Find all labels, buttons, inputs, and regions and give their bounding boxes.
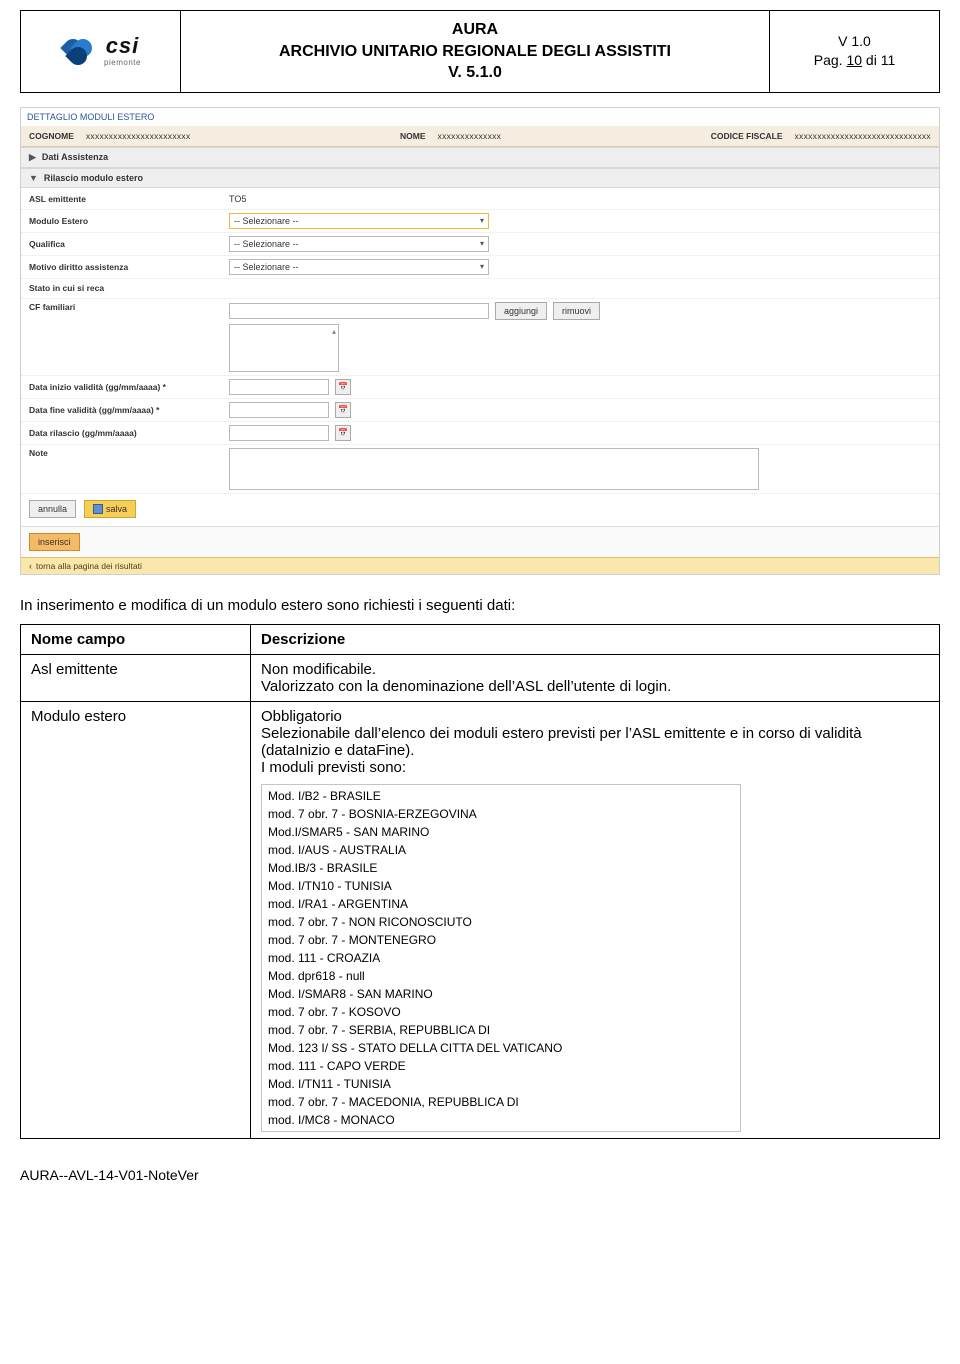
accordion-rilascio-modulo[interactable]: ▼ Rilascio modulo estero bbox=[21, 168, 939, 188]
chevron-down-icon: ▾ bbox=[480, 262, 484, 271]
triangle-down-icon: ▼ bbox=[29, 173, 38, 183]
app-section-title: DETTAGLIO MODULI ESTERO bbox=[21, 108, 939, 126]
module-option: Mod.IB/3 - BRASILE bbox=[268, 859, 734, 877]
modulo-estero-label: Modulo Estero bbox=[29, 216, 229, 226]
calendar-icon[interactable]: 📅 bbox=[335, 402, 351, 418]
app-screenshot: DETTAGLIO MODULI ESTERO COGNOME xxxxxxxx… bbox=[20, 107, 940, 575]
row-modulo-name: Modulo estero bbox=[21, 701, 251, 1138]
stato-label: Stato in cui si reca bbox=[29, 283, 229, 293]
module-option: mod. 111 - CAPO VERDE bbox=[268, 1057, 734, 1075]
back-label: torna alla pagina dei risultati bbox=[36, 561, 142, 571]
accordion-dati-assistenza[interactable]: ▶ Dati Assistenza bbox=[21, 147, 939, 168]
rimuovi-button[interactable]: rimuovi bbox=[553, 302, 600, 320]
module-option: mod. 7 obr. 7 - SERBIA, REPUBBLICA DI bbox=[268, 1021, 734, 1039]
module-option: Mod. I/TN10 - TUNISIA bbox=[268, 877, 734, 895]
chevron-down-icon: ▾ bbox=[480, 216, 484, 225]
disk-icon bbox=[93, 504, 103, 514]
footer-id: AURA--AVL-14-V01-NoteVer bbox=[20, 1167, 940, 1183]
cognome-value: xxxxxxxxxxxxxxxxxxxxxxx bbox=[86, 131, 191, 141]
csi-logo: csi piemonte bbox=[60, 35, 141, 67]
table-header-name: Nome campo bbox=[21, 624, 251, 654]
asl-emittente-label: ASL emittente bbox=[29, 194, 229, 204]
asl-emittente-value: TO5 bbox=[229, 194, 246, 204]
data-fine-label: Data fine validità (gg/mm/aaaa) * bbox=[29, 405, 229, 415]
select-placeholder: -- Selezionare -- bbox=[234, 216, 299, 226]
module-option: mod. 7 obr. 7 - MACEDONIA, REPUBBLICA DI bbox=[268, 1093, 734, 1111]
qualifica-select[interactable]: -- Selezionare -- ▾ bbox=[229, 236, 489, 252]
logo-text: csi bbox=[104, 35, 141, 57]
module-option: Mod. dpr618 - null bbox=[268, 967, 734, 985]
data-rilascio-input[interactable] bbox=[229, 425, 329, 441]
data-inizio-label: Data inizio validità (gg/mm/aaaa) * bbox=[29, 382, 229, 392]
qualifica-label: Qualifica bbox=[29, 239, 229, 249]
module-option: Mod. I/TN11 - TUNISIA bbox=[268, 1075, 734, 1093]
title-line1: AURA bbox=[193, 19, 757, 41]
module-option: mod. I/MC8 - MONACO bbox=[268, 1111, 734, 1129]
logo-cell: csi piemonte bbox=[21, 11, 181, 93]
modules-listbox: Mod. I/B2 - BRASILEmod. 7 obr. 7 - BOSNI… bbox=[261, 784, 741, 1132]
module-option: mod. 7 obr. 7 - MONTENEGRO bbox=[268, 931, 734, 949]
row-asl-name: Asl emittente bbox=[21, 654, 251, 701]
form-area: ASL emittente TO5 Modulo Estero -- Selez… bbox=[21, 188, 939, 526]
doc-intro-text: In inserimento e modifica di un modulo e… bbox=[20, 597, 940, 614]
logo-subtext: piemonte bbox=[104, 59, 141, 67]
data-inizio-input[interactable] bbox=[229, 379, 329, 395]
document-header: csi piemonte AURA ARCHIVIO UNITARIO REGI… bbox=[20, 10, 940, 93]
accordion-label: Dati Assistenza bbox=[42, 152, 108, 162]
row-modulo-desc: Obbligatorio Selezionabile dall’elenco d… bbox=[251, 701, 940, 1138]
module-option: Mod. I/B2 - BRASILE bbox=[268, 787, 734, 805]
title-line3: V. 5.1.0 bbox=[193, 62, 757, 84]
table-header-desc: Descrizione bbox=[251, 624, 940, 654]
triangle-right-icon: ▶ bbox=[29, 152, 36, 163]
module-option: mod. 7 obr. 7 - KOSOVO bbox=[268, 1003, 734, 1021]
fields-description-table: Nome campo Descrizione Asl emittente Non… bbox=[20, 624, 940, 1139]
page-prefix: Pag. bbox=[814, 52, 847, 68]
doc-version-page: V 1.0 Pag. 10 di 11 bbox=[770, 11, 940, 93]
aggiungi-button[interactable]: aggiungi bbox=[495, 302, 547, 320]
nome-value: xxxxxxxxxxxxxx bbox=[438, 131, 502, 141]
module-option: mod. 7 obr. 7 - BOSNIA-ERZEGOVINA bbox=[268, 805, 734, 823]
cf-familiari-label: CF familiari bbox=[29, 302, 229, 312]
row-asl-desc: Non modificabile. Valorizzato con la den… bbox=[251, 654, 940, 701]
back-to-results-link[interactable]: ‹ torna alla pagina dei risultati bbox=[21, 557, 939, 574]
page-of: di 11 bbox=[862, 52, 895, 68]
data-fine-input[interactable] bbox=[229, 402, 329, 418]
logo-mark-icon bbox=[60, 37, 100, 65]
calendar-icon[interactable]: 📅 bbox=[335, 425, 351, 441]
note-textarea[interactable] bbox=[229, 448, 759, 490]
annulla-button[interactable]: annulla bbox=[29, 500, 76, 518]
calendar-icon[interactable]: 📅 bbox=[335, 379, 351, 395]
module-option: mod. I/RA1 - ARGENTINA bbox=[268, 895, 734, 913]
motivo-select[interactable]: -- Selezionare -- ▾ bbox=[229, 259, 489, 275]
motivo-label: Motivo diritto assistenza bbox=[29, 262, 229, 272]
nome-label: NOME bbox=[400, 131, 426, 141]
module-option: mod. 111 - CROAZIA bbox=[268, 949, 734, 967]
title-line2: ARCHIVIO UNITARIO REGIONALE DEGLI ASSIST… bbox=[193, 41, 757, 63]
scroll-up-icon: ▴ bbox=[332, 327, 336, 336]
cf-value: xxxxxxxxxxxxxxxxxxxxxxxxxxxxxx bbox=[794, 131, 931, 141]
cf-label: CODICE FISCALE bbox=[711, 131, 783, 141]
select-placeholder: -- Selezionare -- bbox=[234, 262, 299, 272]
salva-button[interactable]: salva bbox=[84, 500, 136, 518]
cf-familiari-listbox[interactable]: ▴ bbox=[229, 324, 339, 372]
cf-familiari-input[interactable] bbox=[229, 303, 489, 319]
cognome-label: COGNOME bbox=[29, 131, 74, 141]
module-option: Mod.I/SMAR5 - SAN MARINO bbox=[268, 823, 734, 841]
select-placeholder: -- Selezionare -- bbox=[234, 239, 299, 249]
summary-bar: COGNOME xxxxxxxxxxxxxxxxxxxxxxx NOME xxx… bbox=[21, 126, 939, 147]
module-option: Mod. 123 I/ SS - STATO DELLA CITTA DEL V… bbox=[268, 1039, 734, 1057]
module-option: mod. 7 obr. 7 - NON RICONOSCIUTO bbox=[268, 913, 734, 931]
inserisci-button[interactable]: inserisci bbox=[29, 533, 80, 551]
doc-title: AURA ARCHIVIO UNITARIO REGIONALE DEGLI A… bbox=[181, 11, 770, 93]
note-label: Note bbox=[29, 448, 229, 458]
accordion-label: Rilascio modulo estero bbox=[44, 173, 143, 183]
version-text: V 1.0 bbox=[782, 32, 927, 52]
module-option: Mod. I/SMAR8 - SAN MARINO bbox=[268, 985, 734, 1003]
chevron-left-icon: ‹ bbox=[29, 561, 32, 571]
module-option: mod. I/AUS - AUSTRALIA bbox=[268, 841, 734, 859]
modulo-estero-select[interactable]: -- Selezionare -- ▾ bbox=[229, 213, 489, 229]
page-number: 10 bbox=[846, 52, 862, 68]
chevron-down-icon: ▾ bbox=[480, 239, 484, 248]
data-rilascio-label: Data rilascio (gg/mm/aaaa) bbox=[29, 428, 229, 438]
